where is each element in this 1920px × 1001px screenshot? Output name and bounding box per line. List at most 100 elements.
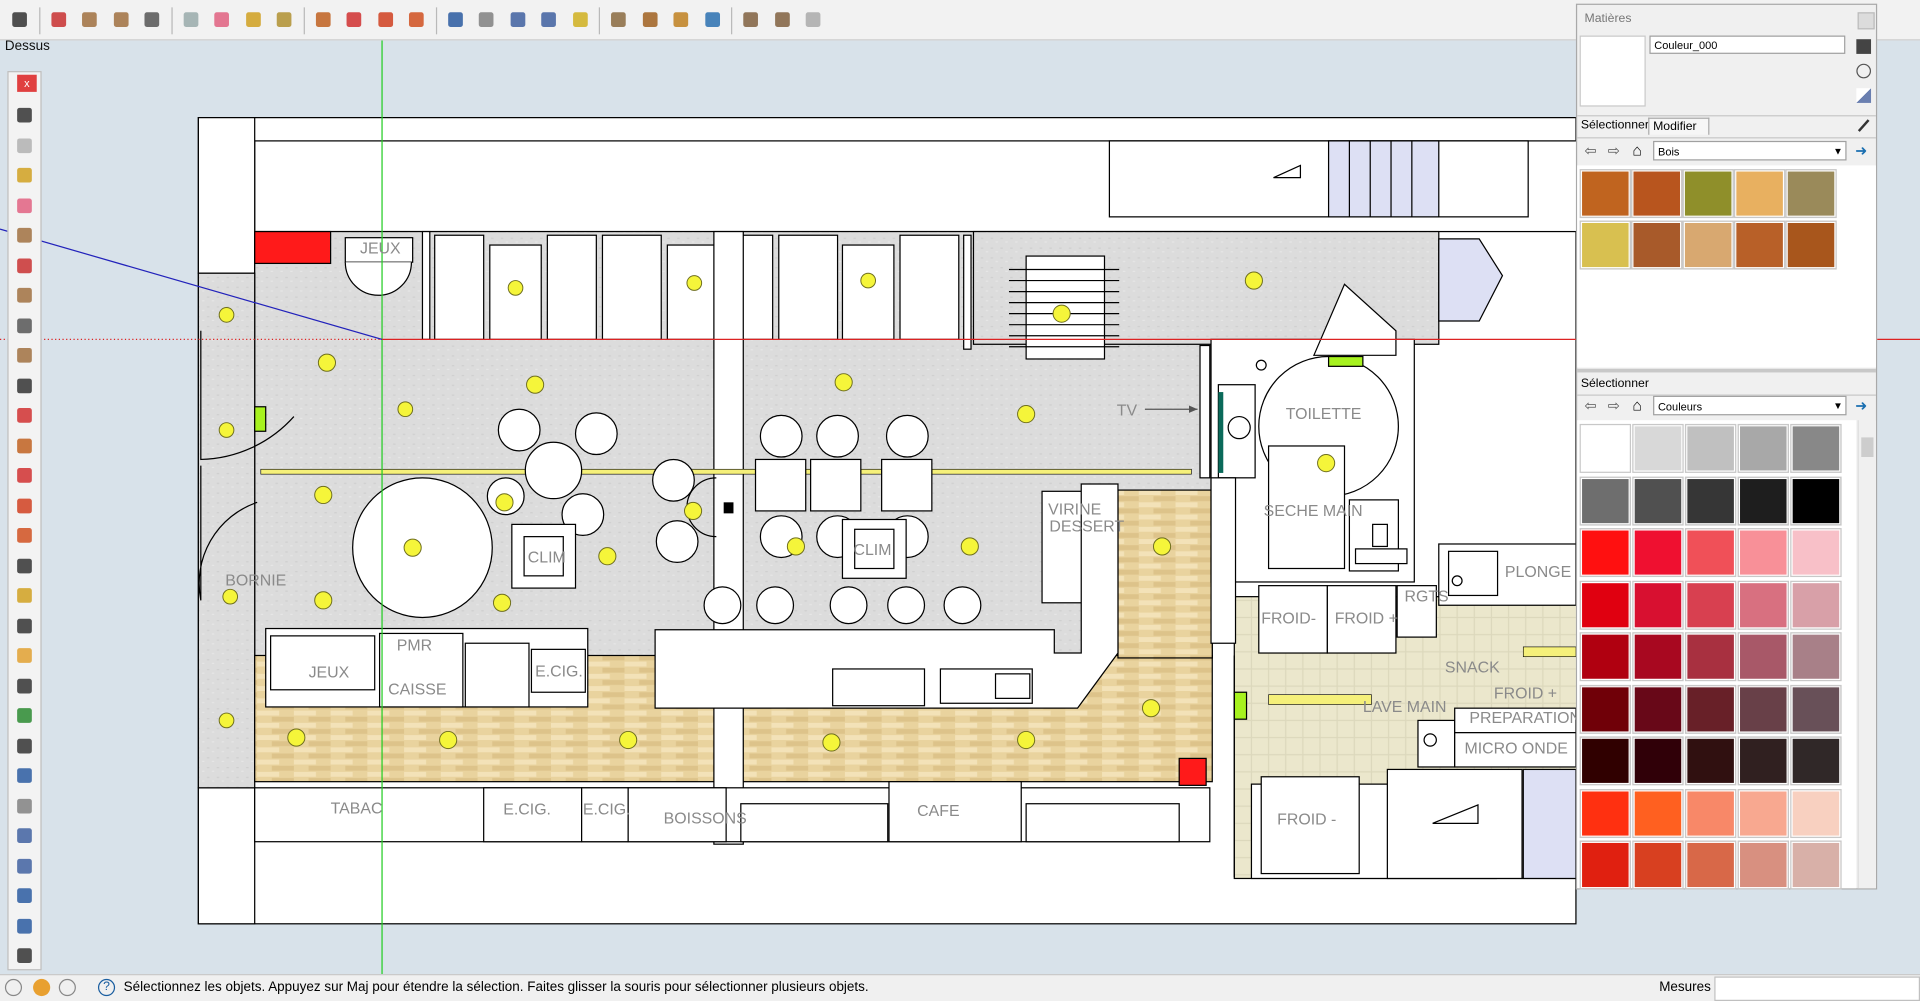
color-swatch[interactable] bbox=[1737, 580, 1789, 630]
color-swatch[interactable] bbox=[1737, 632, 1789, 682]
forward-icon-2[interactable]: ⇨ bbox=[1608, 398, 1623, 413]
color-swatch[interactable] bbox=[1737, 840, 1789, 890]
wood-swatch[interactable] bbox=[1682, 220, 1734, 270]
close-icon[interactable]: x bbox=[17, 74, 37, 92]
create-material-icon[interactable] bbox=[1856, 63, 1872, 79]
wood-swatch[interactable] bbox=[1682, 169, 1734, 219]
geolocation-icon[interactable] bbox=[4, 978, 23, 997]
color-swatch[interactable] bbox=[1632, 840, 1684, 890]
paint2-icon[interactable] bbox=[272, 7, 296, 32]
user-icon[interactable] bbox=[58, 978, 76, 997]
eraser-icon[interactable] bbox=[178, 7, 202, 32]
color-swatch[interactable] bbox=[1790, 788, 1842, 838]
tool-icon-1[interactable] bbox=[12, 103, 36, 128]
details-arrow-icon-2[interactable]: ➜ bbox=[1855, 397, 1872, 414]
tool-icon-7[interactable] bbox=[12, 283, 36, 308]
tool-icon-17[interactable] bbox=[12, 583, 36, 608]
tool-icon-19[interactable] bbox=[12, 643, 36, 668]
color-swatch[interactable] bbox=[1684, 736, 1737, 786]
color-swatch[interactable] bbox=[1579, 580, 1632, 630]
color-swatch[interactable] bbox=[1579, 736, 1632, 786]
color-swatch[interactable] bbox=[1579, 840, 1632, 890]
swatch-scrollbar[interactable] bbox=[1857, 420, 1876, 889]
color-swatch[interactable] bbox=[1632, 788, 1684, 838]
color-swatch[interactable] bbox=[1684, 528, 1737, 578]
tool-icon-16[interactable] bbox=[12, 553, 36, 578]
tab-select[interactable]: Sélectionner bbox=[1581, 119, 1649, 132]
home-icon[interactable]: ⌂ bbox=[1632, 142, 1649, 159]
scenes-icon[interactable] bbox=[606, 7, 630, 32]
pencil-icon[interactable] bbox=[46, 7, 70, 32]
tool-icon-9[interactable] bbox=[12, 343, 36, 368]
display-icon[interactable] bbox=[1856, 39, 1872, 54]
arc-icon[interactable] bbox=[140, 7, 164, 32]
color-swatch[interactable] bbox=[1790, 632, 1842, 682]
component-icon[interactable] bbox=[637, 7, 661, 32]
color-swatch[interactable] bbox=[1737, 788, 1789, 838]
color-swatch[interactable] bbox=[1579, 788, 1632, 838]
color-swatch[interactable] bbox=[1790, 528, 1842, 578]
warehouse-icon[interactable] bbox=[738, 7, 762, 32]
color-swatch[interactable] bbox=[1684, 632, 1737, 682]
color-swatch[interactable] bbox=[1632, 580, 1684, 630]
color-swatch[interactable] bbox=[1684, 840, 1737, 890]
zoom-extents-icon[interactable] bbox=[536, 7, 560, 32]
wood-swatch[interactable] bbox=[1579, 220, 1632, 270]
color-swatch[interactable] bbox=[1737, 736, 1789, 786]
forward-icon[interactable]: ⇨ bbox=[1608, 143, 1623, 158]
tool-icon-5[interactable] bbox=[12, 223, 36, 248]
tool-icon-22[interactable] bbox=[12, 733, 36, 758]
color-swatch[interactable] bbox=[1632, 475, 1684, 525]
tool-icon-4[interactable] bbox=[12, 193, 36, 218]
wood-swatch[interactable] bbox=[1631, 169, 1683, 219]
color-swatch[interactable] bbox=[1790, 684, 1842, 734]
color-swatch[interactable] bbox=[1632, 684, 1684, 734]
color-swatch[interactable] bbox=[1790, 580, 1842, 630]
wood-swatch[interactable] bbox=[1785, 220, 1837, 270]
color-swatch[interactable] bbox=[1632, 528, 1684, 578]
globe-icon[interactable] bbox=[700, 7, 724, 32]
tool-icon-12[interactable] bbox=[12, 433, 36, 458]
import-icon[interactable] bbox=[669, 7, 693, 32]
eraser2-icon[interactable] bbox=[209, 7, 233, 32]
wood-swatch[interactable] bbox=[1733, 169, 1786, 219]
styles-icon[interactable] bbox=[801, 7, 825, 32]
color-swatch[interactable] bbox=[1632, 423, 1684, 473]
color-swatch[interactable] bbox=[1737, 423, 1789, 473]
tool-icon-3[interactable] bbox=[12, 163, 36, 188]
color-swatch[interactable] bbox=[1790, 840, 1842, 890]
pushpull-icon[interactable] bbox=[310, 7, 334, 32]
color-swatch[interactable] bbox=[1737, 528, 1789, 578]
extension-icon[interactable] bbox=[770, 7, 794, 32]
color-swatch[interactable] bbox=[1684, 788, 1737, 838]
tool-icon-27[interactable] bbox=[12, 883, 36, 908]
library-select-wood[interactable]: Bois ▼ bbox=[1653, 140, 1847, 161]
rectangle-icon[interactable] bbox=[77, 7, 101, 32]
tool-icon-25[interactable] bbox=[12, 823, 36, 848]
rotate-icon[interactable] bbox=[373, 7, 397, 32]
wood-swatch[interactable] bbox=[1785, 169, 1837, 219]
orbit-icon[interactable] bbox=[443, 7, 467, 32]
select-icon[interactable] bbox=[7, 7, 31, 32]
tool-icon-21[interactable] bbox=[12, 703, 36, 728]
move-icon[interactable] bbox=[342, 7, 366, 32]
color-swatch[interactable] bbox=[1632, 736, 1684, 786]
color-swatch[interactable] bbox=[1684, 580, 1737, 630]
followme-icon[interactable] bbox=[404, 7, 428, 32]
tool-icon-2[interactable] bbox=[12, 133, 36, 158]
eyedropper-icon[interactable] bbox=[1856, 116, 1871, 132]
tool-icon-20[interactable] bbox=[12, 673, 36, 698]
credits-icon[interactable] bbox=[33, 978, 51, 997]
color-swatch[interactable] bbox=[1579, 475, 1632, 525]
panel-close-icon[interactable] bbox=[1857, 12, 1875, 30]
tool-icon-6[interactable] bbox=[12, 253, 36, 278]
color-swatch[interactable] bbox=[1579, 528, 1632, 578]
color-swatch[interactable] bbox=[1737, 684, 1789, 734]
tool-icon-18[interactable] bbox=[12, 613, 36, 638]
tool-icon-11[interactable] bbox=[12, 403, 36, 428]
color-swatch[interactable] bbox=[1632, 632, 1684, 682]
wood-swatch[interactable] bbox=[1579, 169, 1632, 219]
tool-icon-28[interactable] bbox=[12, 913, 36, 938]
color-swatch[interactable] bbox=[1684, 423, 1737, 473]
back-icon[interactable]: ⇦ bbox=[1585, 143, 1600, 158]
